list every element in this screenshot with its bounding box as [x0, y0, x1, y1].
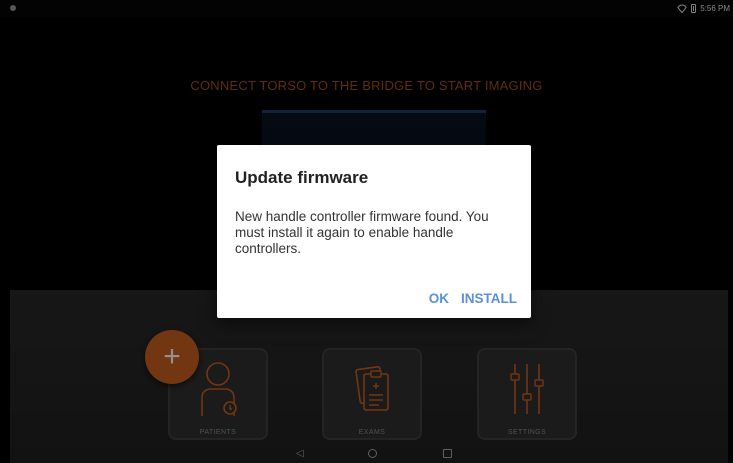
- dialog-title: Update firmware: [235, 168, 369, 187]
- screen: 5:56 PM CONNECT TORSO TO THE BRIDGE TO S…: [0, 0, 733, 463]
- update-firmware-dialog: Update firmware New handle controller fi…: [217, 145, 531, 318]
- dialog-message: New handle controller firmware found. Yo…: [235, 209, 489, 256]
- dialog-actions: OK INSTALL: [429, 291, 517, 306]
- install-button[interactable]: INSTALL: [461, 291, 517, 306]
- ok-button[interactable]: OK: [429, 291, 449, 306]
